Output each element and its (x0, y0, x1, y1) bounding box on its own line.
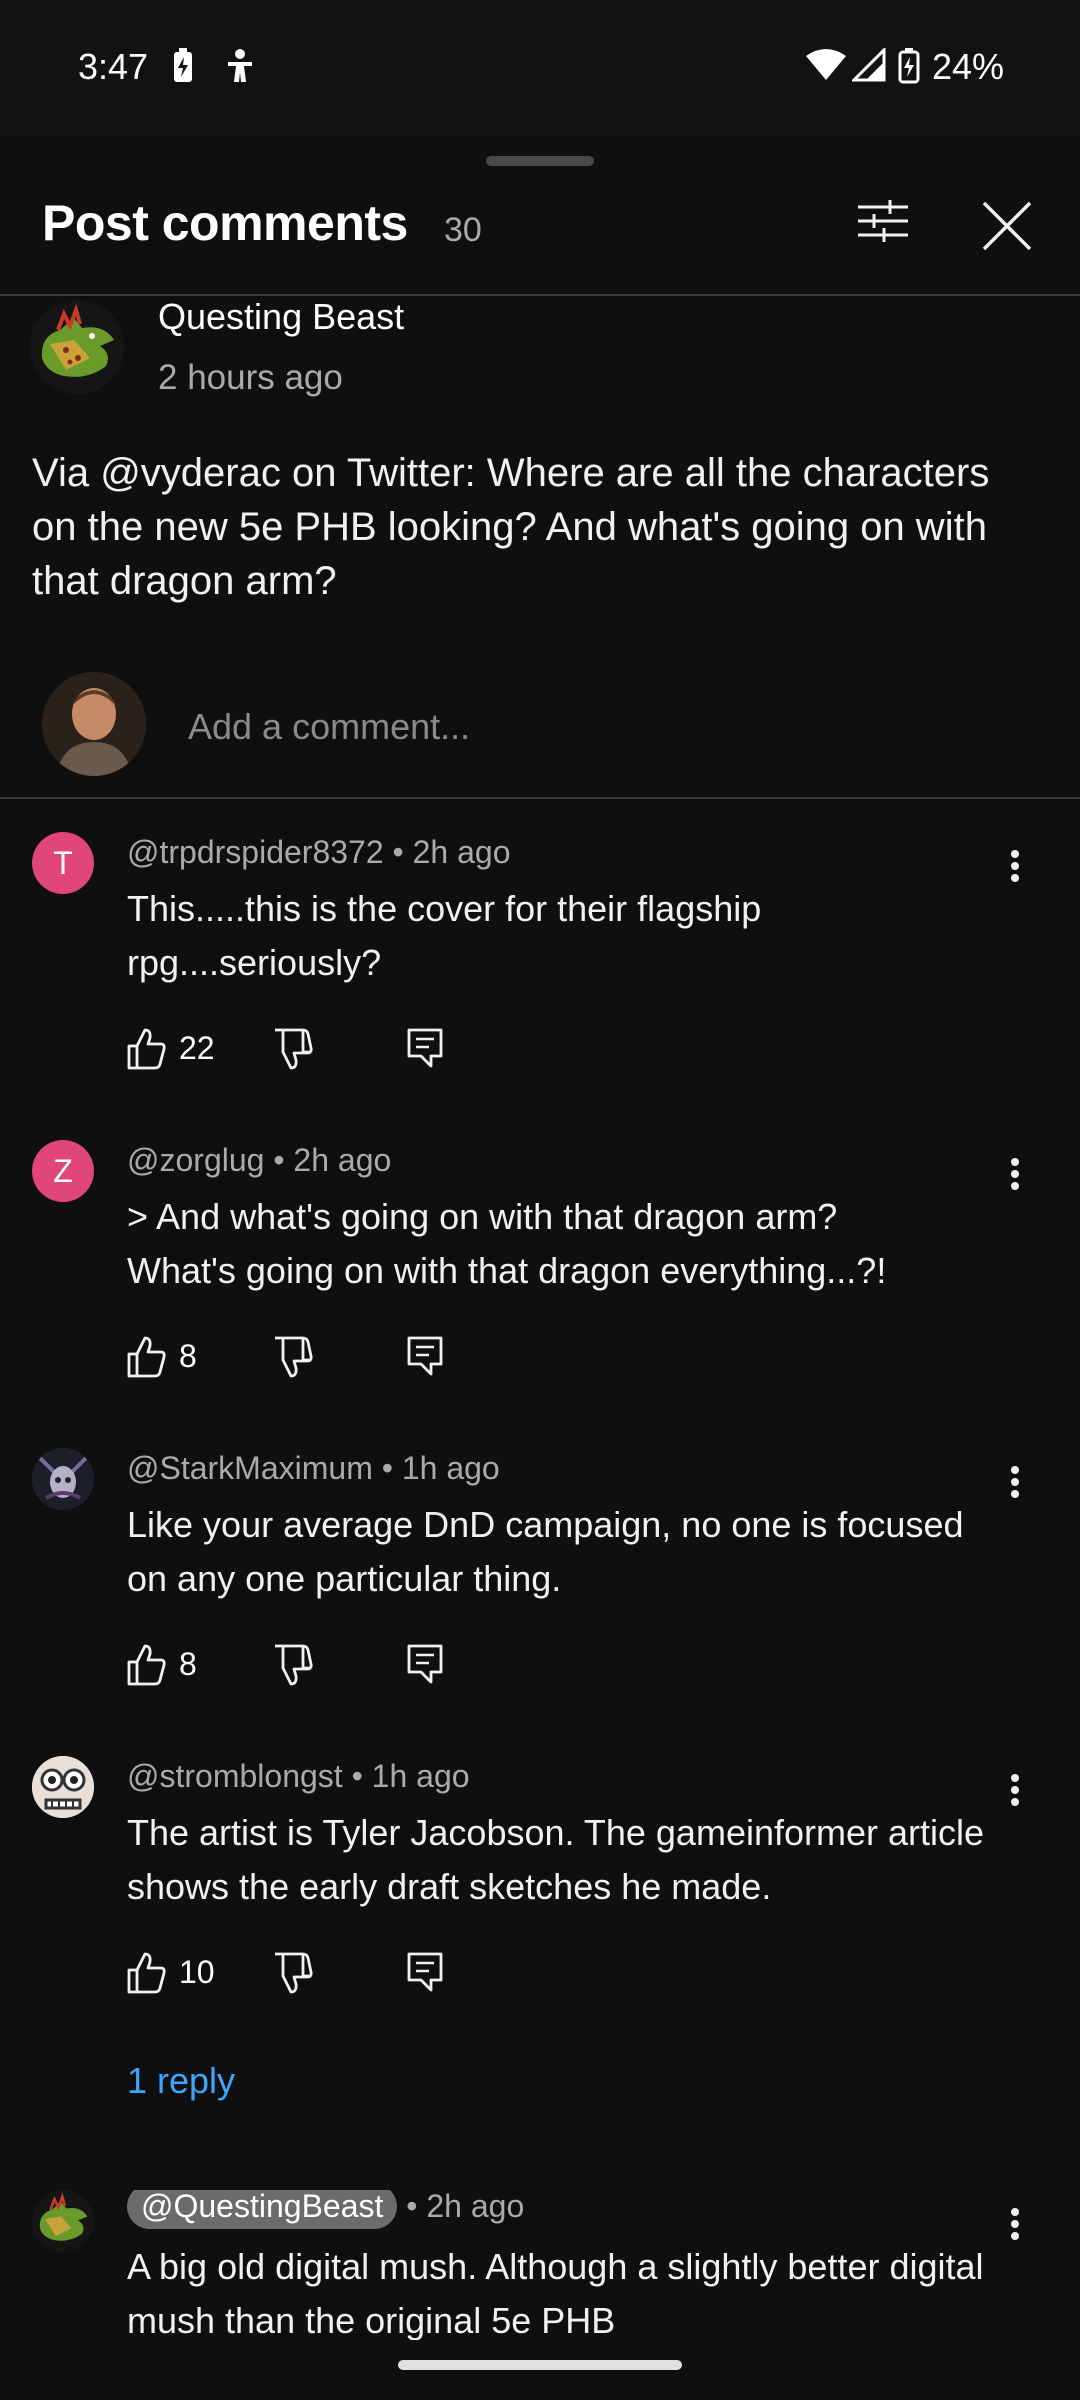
thumbs-down-icon (275, 1028, 313, 1070)
post-author-name[interactable]: Questing Beast (158, 296, 404, 338)
battery-percent: 24% (931, 46, 1004, 87)
thumbs-up-icon (127, 1336, 166, 1378)
more-vertical-icon (1011, 1466, 1019, 1498)
creator-badge[interactable]: @QuestingBeast (127, 2190, 398, 2229)
comment-actions: 22 (127, 1026, 527, 1076)
thumbs-up-icon (127, 1644, 166, 1686)
status-bar: 3:47 24% (0, 0, 1080, 136)
comment-meta: @zorglug • 2h ago (127, 1142, 392, 1178)
battery-saver-icon (172, 48, 194, 89)
comment-time: 2h ago (426, 2190, 525, 2224)
more-vertical-icon (1011, 1774, 1019, 1806)
status-time: 3:47 (78, 46, 149, 87)
reply-button[interactable] (407, 1336, 443, 1376)
comment-time: 1h ago (371, 1758, 470, 1794)
comment-more-button[interactable] (1000, 1768, 1030, 1818)
cellular-icon (850, 46, 886, 87)
close-button[interactable] (980, 199, 1050, 269)
commenter-avatar[interactable]: T (32, 832, 94, 894)
comment-more-button[interactable] (1000, 2202, 1030, 2252)
like-count: 10 (179, 1954, 215, 1990)
sheet-title: Post comments (42, 195, 408, 251)
composer-divider (0, 797, 1080, 799)
like-count: 8 (179, 1338, 197, 1374)
thumbs-down-icon (275, 1644, 313, 1686)
comment-author[interactable]: @StarkMaximum (127, 1450, 373, 1486)
like-button[interactable] (127, 1334, 167, 1378)
reply-button[interactable] (407, 1952, 443, 1992)
thumbs-down-icon (275, 1952, 313, 1994)
like-count: 8 (179, 1646, 197, 1682)
comment-item: T @trpdrspider8372 • 2h ago This.....thi… (0, 832, 1080, 1132)
comment-time: 1h ago (401, 1450, 500, 1486)
post-author-avatar[interactable] (30, 300, 124, 394)
comment-meta: @trpdrspider8372 • 2h ago (127, 834, 511, 870)
comment-more-button[interactable] (1000, 1460, 1030, 1510)
comment-text: This.....this is the cover for their fla… (127, 888, 762, 983)
filter-sliders-icon (858, 200, 908, 242)
comment-actions: 10 (127, 1950, 527, 2000)
reply-comment-icon (407, 1952, 443, 1992)
comment-text: A big old digital mush. Although a sligh… (127, 2246, 984, 2340)
comment-author[interactable]: @zorglug (127, 1142, 264, 1178)
view-replies-link[interactable]: 1 reply (127, 2060, 235, 2102)
reply-comment-icon (407, 1336, 443, 1376)
like-button[interactable] (127, 1642, 167, 1686)
comment-item: @StarkMaximum • 1h ago Like your average… (0, 1448, 1080, 1748)
comment-author[interactable]: @trpdrspider8372 (127, 834, 384, 870)
battery-icon (898, 48, 920, 89)
commenter-avatar[interactable] (32, 2190, 94, 2252)
comment-actions: 8 (127, 1642, 527, 1692)
comment-item: @QuestingBeast • 2h ago A big old digita… (0, 2190, 1080, 2340)
dislike-button[interactable] (273, 1336, 313, 1380)
accessibility-icon (224, 48, 256, 89)
more-vertical-icon (1011, 2208, 1019, 2240)
thumbs-up-icon (127, 1028, 166, 1070)
reply-comment-icon (407, 1028, 443, 1068)
drag-handle[interactable] (486, 156, 594, 166)
commenter-avatar[interactable] (32, 1756, 94, 1818)
post-text: Via @vyderac on Twitter: Where are all t… (32, 451, 990, 603)
like-button[interactable] (127, 1950, 167, 1994)
comment-item: @stromblongst • 1h ago The artist is Tyl… (0, 1756, 1080, 2056)
comment-more-button[interactable] (1000, 844, 1030, 894)
reply-comment-icon (407, 1644, 443, 1684)
add-comment-input[interactable]: Add a comment... (188, 706, 470, 748)
comment-author[interactable]: @stromblongst (127, 1758, 343, 1794)
dislike-button[interactable] (273, 1952, 313, 1996)
comment-time: 2h ago (293, 1142, 392, 1178)
more-vertical-icon (1011, 1158, 1019, 1190)
comment-more-button[interactable] (1000, 1152, 1030, 1202)
commenter-avatar[interactable] (32, 1448, 94, 1510)
comment-meta: @stromblongst • 1h ago (127, 1758, 470, 1794)
comment-text: Like your average DnD campaign, no one i… (127, 1504, 964, 1599)
commenter-avatar[interactable]: Z (32, 1140, 94, 1202)
dislike-button[interactable] (273, 1644, 313, 1688)
reply-button[interactable] (407, 1028, 443, 1068)
sort-filter-button[interactable] (856, 199, 926, 259)
like-count: 22 (179, 1030, 215, 1066)
comment-time: 2h ago (412, 834, 511, 870)
like-button[interactable] (127, 1026, 167, 1070)
current-user-avatar (42, 672, 146, 776)
comment-meta: @StarkMaximum • 1h ago (127, 1450, 500, 1486)
thumbs-down-icon (275, 1336, 313, 1378)
comment-actions: 8 (127, 1334, 527, 1384)
post-timestamp: 2 hours ago (158, 358, 343, 397)
thumbs-up-icon (127, 1952, 166, 1994)
comment-meta: @QuestingBeast • 2h ago (127, 2190, 524, 2229)
comment-count: 30 (444, 211, 482, 249)
reply-button[interactable] (407, 1644, 443, 1684)
more-vertical-icon (1011, 850, 1019, 882)
gesture-navigation-bar[interactable] (398, 2360, 682, 2370)
comment-item: Z @zorglug • 2h ago > And what's going o… (0, 1140, 1080, 1440)
dislike-button[interactable] (273, 1028, 313, 1072)
close-icon (982, 201, 1032, 251)
wifi-icon (806, 48, 846, 87)
comment-text: > And what's going on with that dragon a… (127, 1196, 887, 1291)
comment-text: The artist is Tyler Jacobson. The gamein… (127, 1812, 985, 1907)
